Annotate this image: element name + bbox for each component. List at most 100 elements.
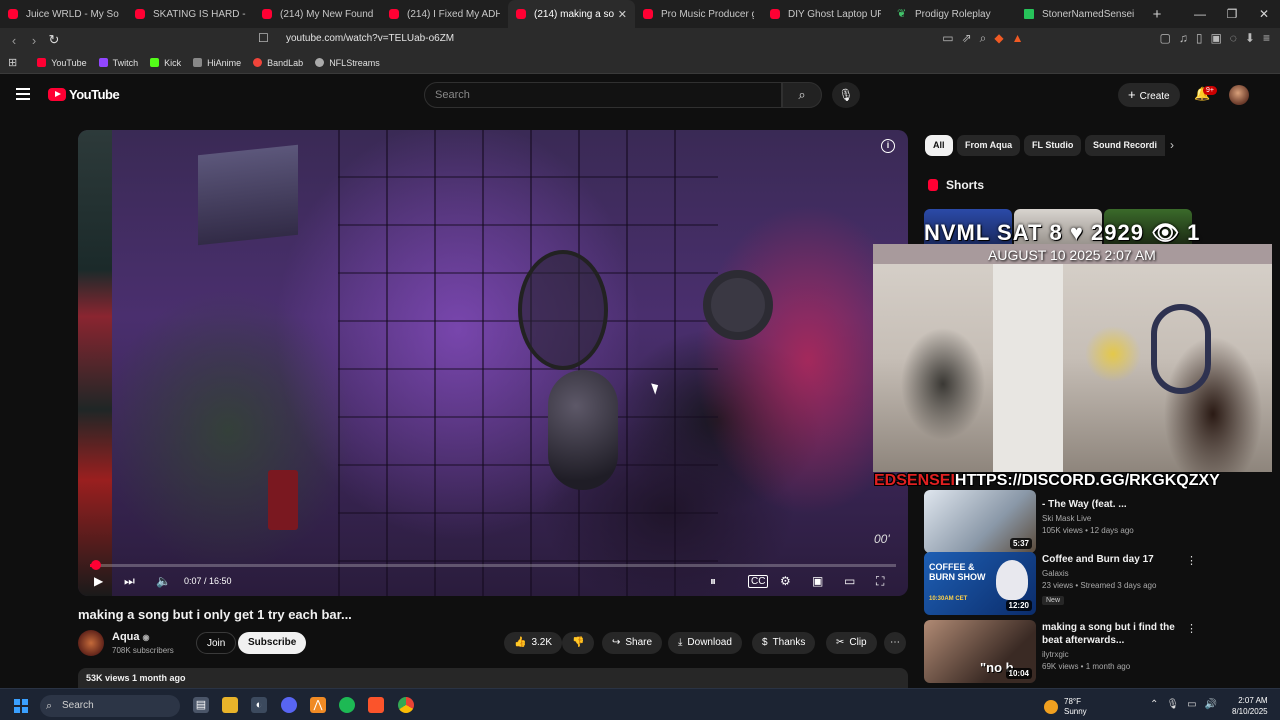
url-field[interactable]: youtube.com/watch?v=TELUab-o6ZM: [286, 33, 454, 44]
miniplayer-icon[interactable]: ▣: [812, 574, 823, 588]
app-icon[interactable]: ◐: [251, 697, 267, 713]
bookmark-bandlab[interactable]: BandLab: [253, 58, 303, 68]
back-icon[interactable]: ‹: [4, 33, 24, 48]
bookmark-youtube[interactable]: YouTube: [37, 58, 87, 68]
chip-fl-studio[interactable]: FL Studio: [1024, 135, 1082, 156]
youtube-logo[interactable]: YouTube: [48, 87, 120, 102]
brave-browser-icon[interactable]: [368, 697, 384, 713]
recommendation-thumbnail[interactable]: "no b 10:04: [924, 620, 1036, 683]
install-icon[interactable]: ▭: [942, 31, 953, 46]
task-view-icon[interactable]: ▤: [193, 697, 209, 713]
info-icon[interactable]: i: [881, 139, 895, 153]
more-vertical-icon[interactable]: ⋮: [1186, 554, 1197, 567]
settings-gear-icon[interactable]: ⚙: [780, 574, 791, 588]
forward-icon[interactable]: ›: [24, 33, 44, 48]
wallet-icon[interactable]: ▣: [1210, 31, 1221, 46]
page-scrollbar[interactable]: [1272, 74, 1280, 688]
recommendation-channel[interactable]: Galaxis: [1042, 569, 1069, 578]
maximize-icon[interactable]: ❐: [1216, 0, 1248, 28]
fl-studio-icon[interactable]: ⋀: [310, 697, 326, 713]
theater-mode-icon[interactable]: ▭: [844, 574, 855, 588]
download-icon[interactable]: ⬇: [1245, 31, 1255, 46]
browser-tab[interactable]: (214) I Fixed My ADHD wi: [381, 0, 508, 28]
weather-widget[interactable]: 78°F Sunny: [1044, 697, 1087, 717]
brave-shield-icon[interactable]: ◆: [994, 31, 1003, 46]
volume-icon[interactable]: 🔈: [156, 574, 171, 588]
channel-avatar[interactable]: [78, 630, 104, 656]
taskbar-search[interactable]: ⌕ Search: [40, 695, 180, 717]
recommendation-title[interactable]: Coffee and Burn day 17: [1042, 553, 1182, 566]
join-button[interactable]: Join: [196, 632, 237, 654]
recommendation-item[interactable]: COFFEE & BURN SHOW 10:30AM CET 12:20 Cof…: [924, 552, 1274, 616]
microphone-icon[interactable]: 🎙: [1166, 699, 1179, 710]
bookmark-twitch[interactable]: Twitch: [98, 58, 138, 68]
like-button[interactable]: 👍 3.2K: [504, 632, 563, 654]
reload-icon[interactable]: ↻: [44, 32, 64, 48]
bookmark-icon[interactable]: ☐: [258, 31, 269, 45]
browser-tab[interactable]: Juice WRLD - My Soul [Un: [0, 0, 127, 28]
account-avatar[interactable]: [1229, 85, 1249, 105]
more-vertical-icon[interactable]: ⋮: [1186, 622, 1197, 635]
search-input[interactable]: Search: [424, 82, 782, 108]
recommendation-title[interactable]: - The Way (feat. ...: [1042, 498, 1182, 511]
sidebar-icon[interactable]: ▢: [1159, 31, 1170, 46]
description-box[interactable]: 53K views 1 month ago: [78, 668, 908, 688]
recommendation-channel[interactable]: ilytrxgic: [1042, 650, 1069, 659]
autoplay-toggle-icon[interactable]: ⏸: [710, 574, 716, 589]
voice-search-button[interactable]: 🎙: [832, 82, 860, 108]
chip-sound-recording[interactable]: Sound Recordi: [1085, 135, 1166, 156]
brave-rewards-icon[interactable]: ▲: [1012, 31, 1024, 46]
bookmark-hianime[interactable]: HiAnime: [193, 58, 241, 68]
bookmark-nflstreams[interactable]: NFLStreams: [315, 58, 380, 68]
close-tab-icon[interactable]: ✕: [618, 8, 627, 21]
video-player[interactable]: i 00' ▶ ⏭ 🔈 0:07 / 16:50 ⏸ CC ⚙ ▣ ▭ ⛶: [78, 130, 908, 596]
subscribe-button[interactable]: Subscribe: [238, 632, 307, 654]
system-clock[interactable]: 2:07 AM 8/10/2025: [1232, 695, 1268, 717]
spotify-icon[interactable]: [339, 697, 355, 713]
new-tab-button[interactable]: +: [1147, 6, 1167, 23]
network-icon[interactable]: ▭: [1187, 699, 1196, 710]
create-button[interactable]: + Create: [1118, 83, 1180, 107]
windows-start-icon[interactable]: [14, 699, 28, 713]
dislike-button[interactable]: 👎: [562, 632, 595, 654]
search-button[interactable]: ⌕: [782, 82, 822, 108]
chip-from-aqua[interactable]: From Aqua: [957, 135, 1021, 156]
clip-button[interactable]: ✂ Clip: [826, 632, 877, 654]
progress-scrubber[interactable]: [90, 560, 101, 570]
recommendation-thumbnail[interactable]: 5:37: [924, 490, 1036, 553]
zoom-icon[interactable]: ⌕: [980, 31, 987, 46]
vpn-icon[interactable]: ◌: [1230, 31, 1237, 46]
hamburger-menu-icon[interactable]: [16, 88, 30, 100]
recommendation-title[interactable]: making a song but i find the beat afterw…: [1042, 621, 1182, 647]
chevron-up-icon[interactable]: ⌃: [1150, 699, 1158, 710]
browser-tab[interactable]: Pro Music Producer goes: [635, 0, 762, 28]
browser-tab[interactable]: SKATING IS HARD - YouTu: [127, 0, 254, 28]
close-window-icon[interactable]: ✕: [1248, 0, 1280, 28]
discord-icon[interactable]: [281, 697, 297, 713]
recommendation-item[interactable]: "no b 10:04 making a song but i find the…: [924, 620, 1274, 684]
chevron-right-icon[interactable]: ›: [1170, 138, 1174, 152]
recommendation-item[interactable]: 5:37 - The Way (feat. ... Ski Mask Live …: [924, 490, 1274, 554]
play-icon[interactable]: ▶: [94, 574, 103, 588]
reading-list-icon[interactable]: ▯: [1196, 31, 1203, 46]
channel-name-wrap[interactable]: Aqua ◉: [112, 631, 149, 643]
minimize-icon[interactable]: —: [1184, 0, 1216, 28]
more-actions-button[interactable]: ⋯: [884, 632, 906, 654]
browser-tab-active[interactable]: (214) making a song b ✕: [508, 0, 635, 28]
recommendation-thumbnail[interactable]: COFFEE & BURN SHOW 10:30AM CET 12:20: [924, 552, 1036, 615]
bookmark-kick[interactable]: Kick: [150, 58, 181, 68]
apps-grid-icon[interactable]: ⊞: [8, 56, 17, 69]
browser-tab[interactable]: ❦ Prodigy Roleplay: [889, 0, 1016, 28]
share-button[interactable]: ↪ Share: [602, 632, 663, 654]
captions-icon[interactable]: CC: [748, 575, 769, 588]
volume-icon[interactable]: 🔊: [1205, 699, 1217, 710]
download-button[interactable]: ⤓ Download: [668, 632, 742, 654]
fullscreen-icon[interactable]: ⛶: [876, 574, 884, 589]
browser-tab[interactable]: (214) My New Found Addi: [254, 0, 381, 28]
progress-bar[interactable]: [90, 560, 896, 570]
recommendation-channel[interactable]: Ski Mask Live: [1042, 514, 1091, 523]
browser-tab[interactable]: DIY Ghost Laptop UPDATE: [762, 0, 889, 28]
chip-all[interactable]: All: [925, 135, 953, 156]
next-icon[interactable]: ⏭: [124, 574, 135, 589]
music-icon[interactable]: ♫: [1179, 31, 1188, 46]
